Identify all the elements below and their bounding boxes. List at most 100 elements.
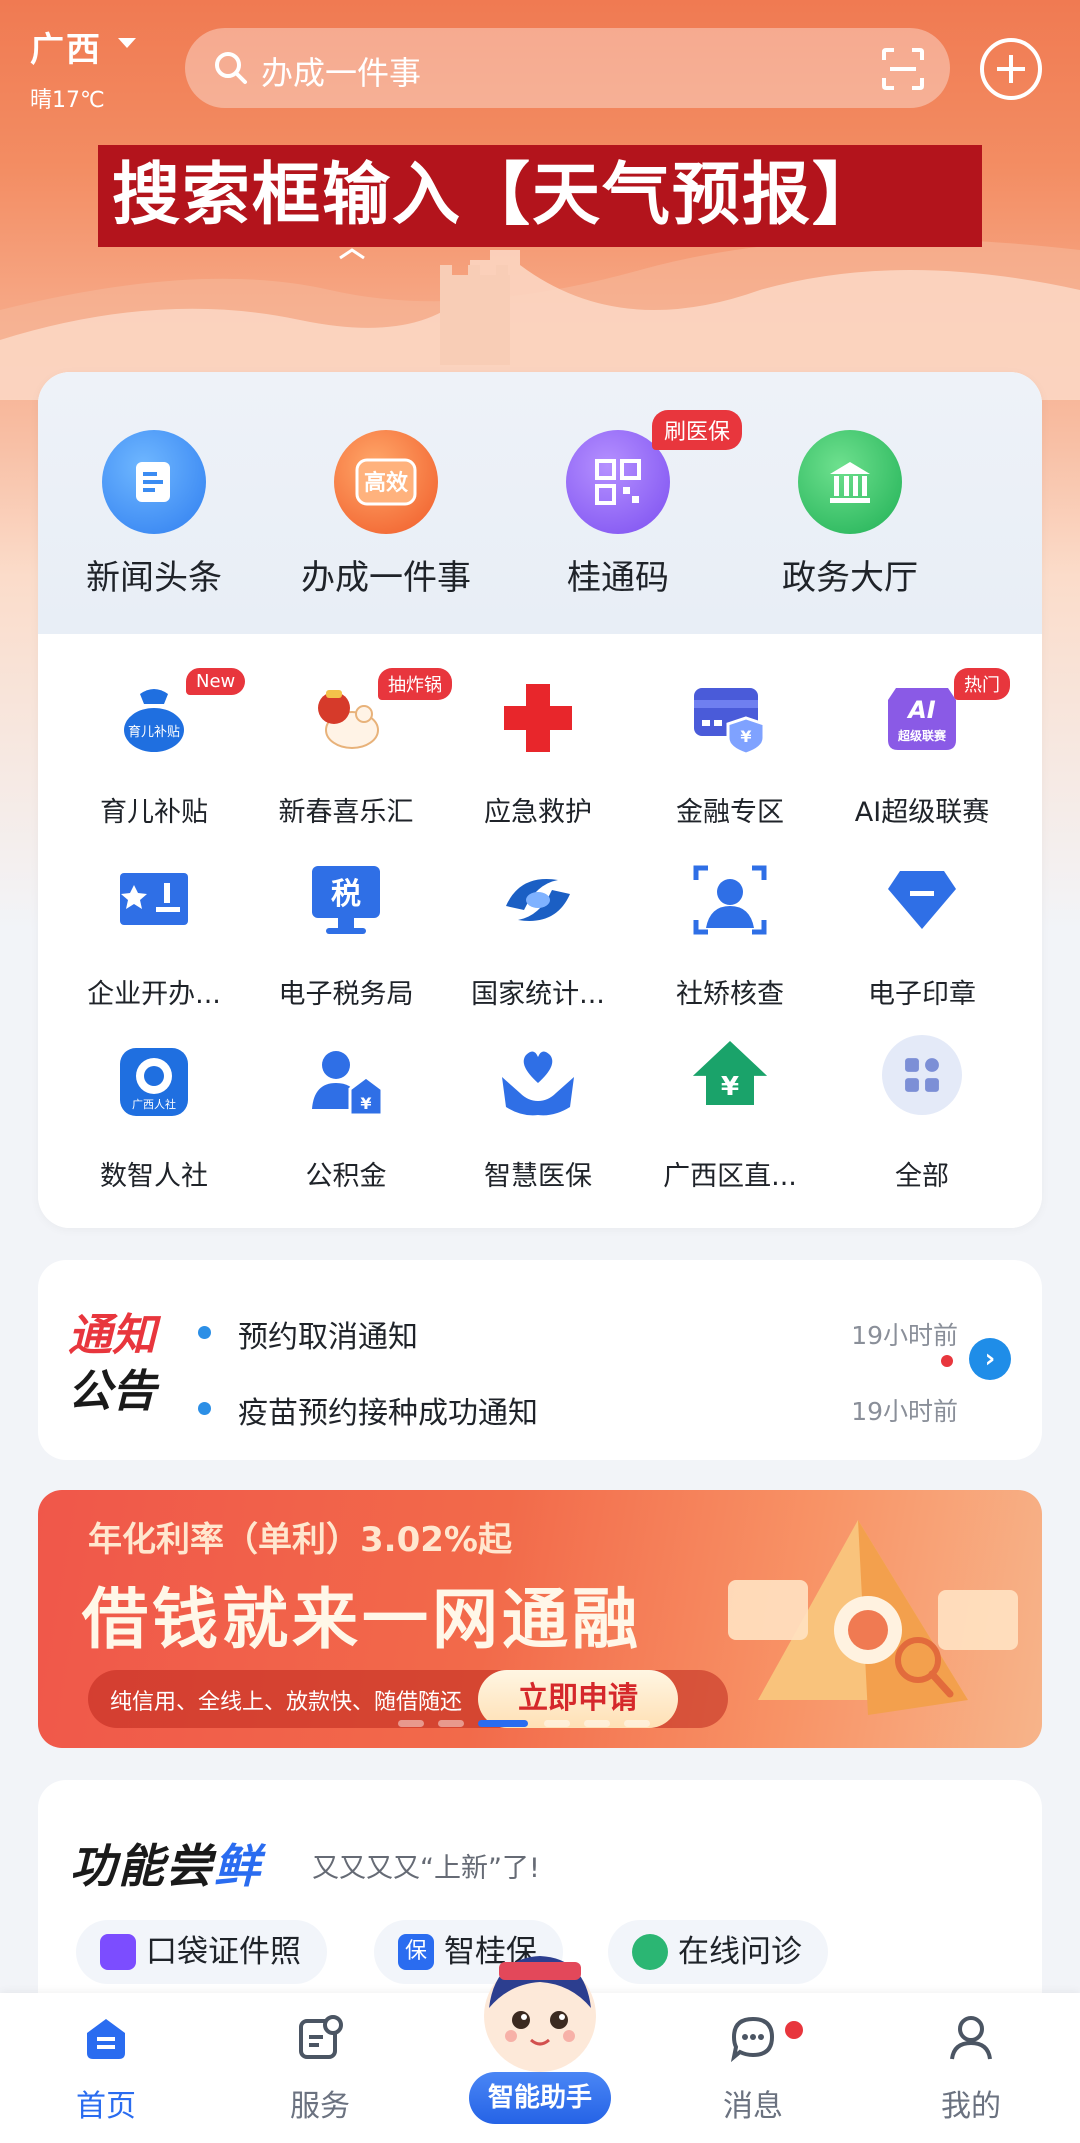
insurance-icon: 保 — [398, 1934, 434, 1970]
grid-service-label: 公积金 — [305, 1161, 387, 1192]
search-bar[interactable]: 办成一件事 — [185, 28, 950, 108]
tab-service[interactable]: 服务 — [260, 2013, 380, 2133]
id-photo-icon — [100, 1934, 136, 1970]
notice-time: 19小时前 — [851, 1321, 958, 1350]
promo-rate: 年化利率（单利）3.02%起 — [88, 1520, 512, 1560]
notice-title-line2: 公告 — [68, 1366, 156, 1417]
svg-text:¥: ¥ — [360, 1094, 371, 1113]
grid-service-face-verify[interactable]: 社矫核查 — [632, 860, 828, 1020]
human-resources-icon-text: 广西人社 — [132, 1097, 176, 1111]
grid-service-label: 广西区直... — [663, 1161, 797, 1192]
spring-festival-icon — [306, 678, 386, 758]
grid-service-tax[interactable]: 税 电子税务局 — [248, 860, 444, 1020]
grid-service-statistics[interactable]: 国家统计... — [440, 860, 636, 1020]
chevron-down-icon[interactable] — [118, 38, 136, 48]
notice-text: 预约取消通知 — [238, 1320, 418, 1355]
tab-home[interactable]: 首页 — [46, 2013, 166, 2133]
smart-assistant-button[interactable]: 智能助手 — [455, 1948, 625, 2143]
service-card: 新闻头条 高效 办成一件事 刷医保 桂通码 政务大厅 育儿补贴 New 育儿补贴… — [38, 372, 1042, 1228]
grid-service-spring[interactable]: 抽炸锅 新春喜乐汇 — [248, 668, 452, 838]
assistant-label[interactable]: 智能助手 — [469, 2072, 611, 2124]
primary-service-news[interactable]: 新闻头条 — [38, 430, 270, 600]
grid-service-childcare[interactable]: 育儿补贴 New 育儿补贴 — [56, 668, 252, 838]
region-selector[interactable]: 广西 — [30, 22, 102, 71]
scan-icon[interactable] — [880, 46, 926, 92]
promo-headline: 借钱就来一网通融 — [82, 1581, 642, 1658]
news-icon — [102, 430, 206, 534]
tab-label: 服务 — [290, 2089, 350, 2124]
tab-label: 首页 — [76, 2089, 136, 2124]
medical-insurance-icon — [498, 1042, 578, 1122]
all-apps-icon — [882, 1035, 962, 1122]
primary-service-gov-hall[interactable]: 政务大厅 — [734, 430, 966, 600]
primary-service-one-thing[interactable]: 高效 办成一件事 — [270, 430, 502, 600]
grid-service-label: 新春喜乐汇 — [278, 797, 414, 828]
grid-service-medical[interactable]: 智慧医保 — [440, 1042, 636, 1202]
primary-service-qr[interactable]: 刷医保 桂通码 — [502, 410, 743, 600]
loan-promo-banner[interactable]: 年化利率（单利）3.02%起 借钱就来一网通融 纯信用、全线上、放款快、随借随还… — [38, 1490, 1042, 1748]
notice-card[interactable]: 通知 公告 预约取消通知 19小时前 疫苗预约接种成功通知 19小时前 › — [38, 1260, 1042, 1460]
grid-service-label: 社矫核查 — [676, 979, 784, 1010]
grid-service-label: 电子税务局 — [278, 979, 414, 1010]
grid-service-ai-league[interactable]: AI 超级联赛 热门 AI超级联赛 — [824, 668, 1020, 838]
trial-subtitle: 又又又又“上新”了! — [312, 1853, 540, 1884]
service-tag: 刷医保 — [652, 410, 743, 450]
chip-id-photo[interactable]: 口袋证件照 — [76, 1920, 327, 1984]
weather-text: 晴17℃ — [30, 88, 105, 113]
tab-message[interactable]: 消息 — [693, 2013, 813, 2133]
svg-text:AI: AI — [906, 696, 936, 724]
grid-service-all[interactable]: 全部 — [824, 1035, 1020, 1202]
search-placeholder[interactable]: 办成一件事 — [261, 48, 421, 94]
add-button[interactable] — [980, 38, 1042, 100]
notice-item[interactable]: 预约取消通知 19小时前 — [198, 1308, 958, 1358]
carousel-dot — [584, 1720, 610, 1727]
finance-card-icon: ¥ — [690, 678, 770, 758]
chip-label: 口袋证件照 — [146, 1934, 301, 1970]
new-tag: New — [186, 668, 246, 695]
grid-service-label: 全部 — [895, 1161, 949, 1192]
tax-bureau-icon: 税 — [306, 860, 386, 940]
grid-service-label: AI超级联赛 — [854, 797, 990, 828]
trial-title-main: 功能尝 — [70, 1839, 214, 1893]
grid-service-hr[interactable]: 广西人社 数智人社 — [56, 1042, 252, 1202]
chevron-right-icon[interactable]: › — [969, 1338, 1011, 1380]
trial-title-highlight: 鲜 — [214, 1839, 262, 1893]
profile-icon — [950, 2016, 992, 2060]
e-seal-icon — [882, 860, 962, 940]
business-start-icon — [114, 860, 194, 940]
bullet-dot — [198, 1402, 211, 1415]
grid-service-housing-fund[interactable]: ¥ 公积金 — [248, 1042, 444, 1202]
human-resources-icon: 广西人社 — [114, 1042, 194, 1122]
grid-service-finance[interactable]: ¥ 金融专区 — [632, 678, 828, 838]
chip-online-consult[interactable]: 在线问诊 — [608, 1920, 828, 1984]
service-icon — [299, 2015, 343, 2059]
childcare-subsidy-icon-text: 育儿补贴 — [128, 724, 180, 740]
notice-time: 19小时前 — [851, 1397, 958, 1426]
unread-dot — [941, 1355, 953, 1367]
notice-title-line1: 通知 — [68, 1310, 156, 1361]
grid-service-e-seal[interactable]: 电子印章 — [824, 860, 1020, 1020]
government-hall-icon — [798, 430, 902, 534]
grid-service-label: 数智人社 — [100, 1161, 208, 1192]
carousel-dot — [438, 1720, 464, 1727]
notice-item[interactable]: 疫苗预约接种成功通知 19小时前 — [198, 1384, 958, 1434]
primary-services-row: 新闻头条 高效 办成一件事 刷医保 桂通码 政务大厅 — [38, 372, 1042, 634]
carousel-dot — [398, 1720, 424, 1727]
grid-service-emergency[interactable]: 应急救护 — [440, 678, 636, 838]
svg-text:¥: ¥ — [721, 1072, 739, 1102]
overlay-caption: 搜索框输入【天气预报】 — [98, 145, 982, 247]
housing-fund-icon: ¥ — [306, 1042, 386, 1122]
grid-service-business[interactable]: 企业开办... — [56, 860, 252, 1020]
tab-label: 消息 — [723, 2089, 783, 2124]
service-grid: 育儿补贴 New 育儿补贴 抽炸锅 新春喜乐汇 应急救护 ¥ 金融专区 AI 超… — [38, 634, 1042, 1228]
home-icon — [87, 2019, 125, 2059]
grid-service-district[interactable]: ¥ 广西区直... — [632, 1041, 828, 1202]
chip-label: 在线问诊 — [678, 1934, 802, 1970]
tab-profile[interactable]: 我的 — [911, 2013, 1031, 2133]
statistics-icon — [498, 860, 578, 940]
unread-badge — [785, 2021, 803, 2039]
primary-service-label: 桂通码 — [567, 558, 669, 598]
grid-service-label: 国家统计... — [471, 979, 605, 1010]
childcare-subsidy-icon: 育儿补贴 — [114, 678, 194, 758]
grid-service-label: 金融专区 — [676, 797, 784, 828]
